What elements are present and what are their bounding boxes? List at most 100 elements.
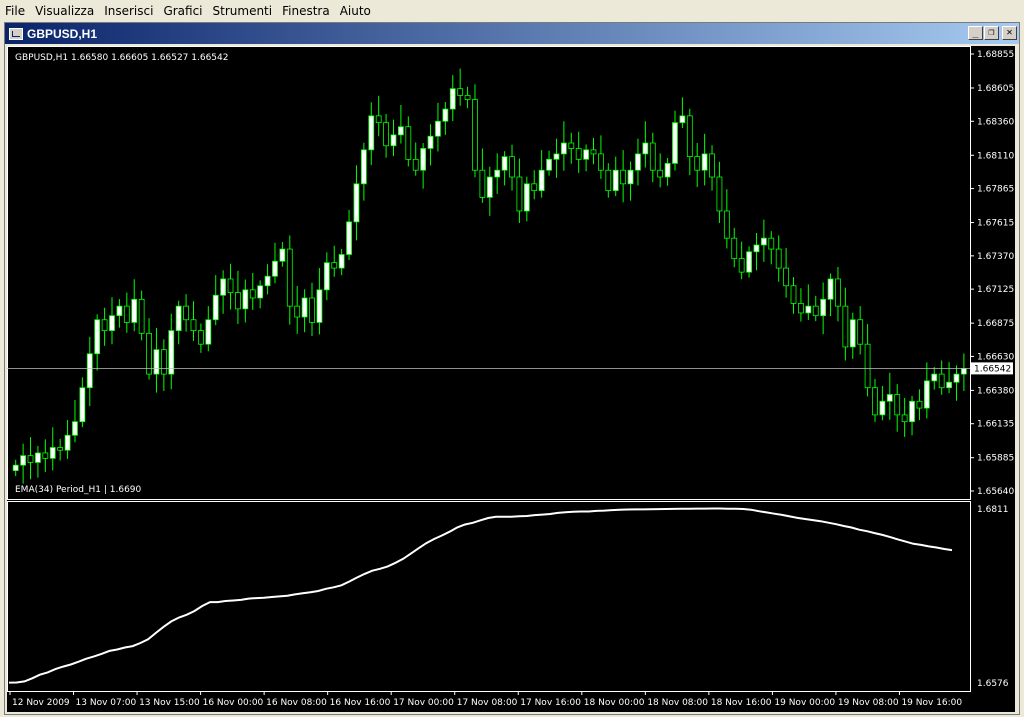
candle [672, 110, 678, 171]
candle [805, 284, 812, 321]
time-tick-label: 12 Nov 2009 [12, 698, 70, 708]
menu-grafici[interactable]: Grafici [158, 0, 207, 22]
candle [175, 300, 182, 345]
candle [649, 132, 656, 183]
bear-candle-body [575, 148, 582, 160]
menu-aiuto[interactable]: Aiuto [335, 0, 376, 22]
menu-finestra[interactable]: Finestra [277, 0, 335, 22]
bull-candle-body [20, 455, 27, 466]
bull-candle-body [879, 400, 886, 416]
bear-candle-body [598, 153, 604, 171]
candle [798, 288, 804, 322]
price-chart-svg[interactable]: 1.68855 1.68605 1.68360 1.68110 1.67865 1.676… [7, 46, 1015, 712]
bear-candle-body [694, 156, 701, 171]
bear-candle-body [783, 267, 790, 287]
time-axis: 12 Nov 2009 13 Nov 07:00 13 Nov 15:00 16 No… [9, 691, 962, 708]
chart-window-titlebar[interactable]: GBPUSD,H1 _ ❐ ✕ [5, 23, 1019, 44]
menu-visualizza[interactable]: Visualizza [30, 0, 99, 22]
bull-candle-body [79, 387, 86, 423]
menu-file[interactable]: File [0, 0, 30, 22]
bull-candle-body [820, 298, 827, 317]
bear-candle-body [383, 122, 389, 147]
main-price-panel: 1.68855 1.68605 1.68360 1.68110 1.67865 1.676… [7, 46, 1014, 500]
candle [686, 108, 693, 176]
time-tick-label: 13 Nov 07:00 [76, 698, 137, 708]
ema-indicator-panel: 1.6811 1.6576 [7, 501, 1009, 692]
bear-candle-body [723, 210, 730, 239]
bear-candle-body [798, 303, 804, 314]
main-chart-info: GBPUSD,H1 1.66580 1.66605 1.66527 1.6654… [15, 53, 228, 63]
bear-candle-body [294, 305, 301, 318]
bear-candle-body [657, 169, 664, 178]
bull-candle-body [353, 183, 360, 223]
candle [279, 241, 286, 267]
candle [627, 161, 634, 201]
candle [642, 121, 649, 168]
bear-candle-body [901, 414, 908, 423]
candle [264, 264, 271, 295]
candle [709, 145, 715, 191]
candle [72, 399, 78, 443]
candle [346, 209, 352, 260]
bull-candle-body [679, 115, 686, 124]
menu-strumenti[interactable]: Strumenti [208, 0, 278, 22]
candle [390, 119, 397, 157]
restore-button[interactable]: ❐ [984, 26, 999, 40]
bear-candle-body [309, 297, 315, 323]
candle [879, 386, 886, 421]
chart-window-icon [9, 27, 23, 40]
bear-candle-body [183, 305, 189, 321]
time-tick-label: 17 Nov 00:00 [393, 698, 454, 708]
candle [138, 290, 145, 341]
bear-candle-body [590, 149, 597, 155]
bear-candle-body [605, 169, 612, 192]
time-tick-label: 18 Nov 00:00 [584, 698, 645, 708]
chart-area[interactable]: 1.68855 1.68605 1.68360 1.68110 1.67865 1.676… [7, 46, 1015, 712]
candle [723, 189, 730, 249]
time-tick-label: 16 Nov 16:00 [330, 698, 391, 708]
candle [827, 273, 834, 317]
bull-candle-body [538, 169, 545, 192]
bull-candle-body [420, 148, 427, 171]
price-tick-label: 1.67615 [977, 219, 1014, 229]
candle [753, 233, 760, 271]
candle [131, 279, 138, 332]
candle [657, 153, 664, 188]
bull-candle-body [960, 368, 967, 375]
bull-candle-body [427, 135, 434, 149]
candle [205, 306, 212, 352]
bull-candle-body [301, 297, 308, 318]
candle [383, 113, 389, 158]
bear-candle-body [731, 237, 738, 259]
minimize-button[interactable]: _ [968, 26, 983, 40]
candle [938, 360, 945, 395]
close-button[interactable]: ✕ [1002, 26, 1017, 40]
bull-candle-body [264, 275, 271, 287]
candle [368, 102, 375, 166]
candle [197, 323, 204, 353]
bull-candle-body [805, 305, 812, 314]
bull-candle-body [642, 142, 649, 155]
price-tick-label: 1.67370 [977, 252, 1014, 262]
candle [109, 297, 115, 345]
time-tick-label: 17 Nov 08:00 [457, 698, 518, 708]
candle [190, 301, 197, 341]
bear-candle-body [738, 258, 745, 273]
menu-inserisci[interactable]: Inserisci [99, 0, 158, 22]
bull-candle-body [220, 278, 227, 296]
bull-candle-body [583, 149, 589, 160]
candle [420, 143, 427, 189]
candle [286, 235, 293, 325]
bear-candle-body [842, 305, 849, 348]
candle [412, 142, 419, 176]
bear-candle-body [938, 373, 945, 389]
candle [583, 144, 589, 172]
bear-candle-body [160, 349, 167, 375]
candle [79, 377, 86, 428]
candle [923, 362, 930, 419]
candle [427, 124, 434, 166]
bear-candle-body [509, 156, 515, 178]
time-tick-label: 18 Nov 16:00 [711, 698, 772, 708]
candle [212, 275, 219, 326]
candle [864, 324, 871, 397]
